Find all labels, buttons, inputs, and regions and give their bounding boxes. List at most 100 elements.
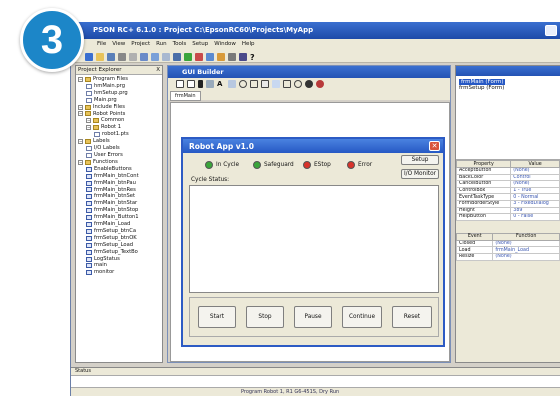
property-row[interactable]: BackColor Control bbox=[455, 173, 560, 182]
menu-project[interactable]: Project bbox=[131, 41, 150, 50]
tree-item[interactable]: frmMain_btnPau bbox=[76, 180, 162, 187]
tree-item[interactable]: − Common bbox=[76, 117, 162, 124]
combobox-tool-icon[interactable] bbox=[272, 80, 280, 88]
property-value[interactable]: 1 - True bbox=[510, 186, 560, 195]
property-value[interactable]: (None) bbox=[510, 180, 560, 188]
explorer-close-button[interactable]: X bbox=[156, 67, 160, 73]
run-icon[interactable] bbox=[184, 53, 192, 61]
textbox-tool-icon[interactable] bbox=[228, 80, 236, 88]
property-row[interactable]: Height 389 bbox=[455, 206, 560, 215]
property-value[interactable]: 0 - Normal bbox=[510, 193, 560, 201]
tree-item[interactable]: − Labels bbox=[76, 138, 162, 145]
tree-item[interactable]: I/O Labels bbox=[76, 145, 162, 152]
property-value[interactable]: 0 - False bbox=[510, 213, 560, 221]
continue-button[interactable]: Continue bbox=[342, 306, 382, 328]
tree-item[interactable]: hmMain.prg bbox=[76, 83, 162, 90]
property-row[interactable]: AcceptButton (None) bbox=[455, 167, 560, 175]
led-tool-icon[interactable] bbox=[294, 80, 302, 88]
stop-button[interactable]: Stop bbox=[246, 306, 284, 328]
menu-file[interactable]: File bbox=[97, 41, 106, 50]
open-folder-icon[interactable] bbox=[96, 53, 104, 61]
tree-item[interactable]: User Errors bbox=[76, 152, 162, 159]
save-icon[interactable] bbox=[107, 53, 115, 61]
timer-tool-icon[interactable] bbox=[305, 80, 313, 88]
property-row[interactable]: ControlBox 1 - True bbox=[455, 186, 560, 195]
reset-button[interactable]: Reset bbox=[392, 306, 432, 328]
property-value[interactable]: 3 - FixedDialog bbox=[510, 199, 560, 208]
menu-view[interactable]: View bbox=[112, 41, 125, 50]
tree-item[interactable]: frmSetup_Load bbox=[76, 242, 162, 249]
tree-item[interactable]: frmMain_btnSet bbox=[76, 193, 162, 200]
tree-item[interactable]: − Include Files bbox=[76, 104, 162, 111]
settings-icon[interactable] bbox=[228, 53, 236, 61]
label-tool-icon[interactable]: A bbox=[217, 80, 225, 88]
tree-item[interactable]: robot1.pts bbox=[76, 131, 162, 138]
tree-item[interactable]: frmMain_btnStar bbox=[76, 200, 162, 207]
property-row[interactable]: CancelButton (None) bbox=[455, 180, 560, 188]
menu-setup[interactable]: Setup bbox=[192, 41, 208, 50]
menu-help[interactable]: Help bbox=[242, 41, 255, 50]
frame-tool-icon[interactable] bbox=[187, 80, 195, 88]
tree-item[interactable]: frmMain_btnRes bbox=[76, 187, 162, 194]
undo-icon[interactable] bbox=[162, 53, 170, 61]
tree-item[interactable]: main bbox=[76, 262, 162, 269]
io-monitor-button[interactable]: I/O Monitor bbox=[401, 169, 439, 179]
event-row[interactable]: Resize (None) bbox=[455, 252, 560, 261]
collapse-icon[interactable]: − bbox=[78, 104, 83, 110]
form-tool-icon[interactable] bbox=[176, 80, 184, 88]
tree-item[interactable]: − Robot Points bbox=[76, 111, 162, 118]
tree-item[interactable]: EnableButtons bbox=[76, 166, 162, 173]
gui-builder-icon[interactable] bbox=[217, 53, 225, 61]
collapse-icon[interactable]: − bbox=[78, 76, 83, 82]
picture-tool-icon[interactable] bbox=[283, 80, 291, 88]
menu-window[interactable]: Window bbox=[214, 41, 236, 50]
property-row[interactable]: HelpButton 0 - False bbox=[455, 213, 560, 221]
cut-icon[interactable] bbox=[129, 53, 137, 61]
tree-item[interactable]: − Functions bbox=[76, 159, 162, 166]
pointer-tool-icon[interactable] bbox=[198, 80, 203, 88]
property-value[interactable]: (None) bbox=[510, 167, 560, 175]
tree-item[interactable]: Main.prg bbox=[76, 97, 162, 104]
form-tree-item-frmsetup[interactable]: frmSetup (Form) bbox=[459, 85, 557, 91]
print-icon[interactable] bbox=[118, 53, 126, 61]
tree-item[interactable]: − Robot 1 bbox=[76, 124, 162, 131]
help-icon[interactable]: ? bbox=[250, 53, 255, 62]
new-file-icon[interactable] bbox=[85, 53, 93, 61]
property-value[interactable]: 389 bbox=[510, 206, 560, 215]
event-function[interactable]: (None) bbox=[492, 252, 560, 261]
setup-button[interactable]: Setup bbox=[401, 155, 439, 165]
task-manager-icon[interactable] bbox=[239, 53, 247, 61]
cycle-status-textbox[interactable] bbox=[189, 185, 439, 293]
io-monitor-icon[interactable] bbox=[206, 53, 214, 61]
tab-frmmain[interactable]: frmMain bbox=[170, 91, 201, 101]
tree-item[interactable]: monitor bbox=[76, 269, 162, 276]
tree-item[interactable]: frmMain_btnStop bbox=[76, 207, 162, 214]
copy-icon[interactable] bbox=[140, 53, 148, 61]
robot-app-form[interactable]: Robot App v1.0 ✕ In Cycle Safeguard ESto… bbox=[181, 137, 445, 347]
tree-item[interactable]: hmSetup.prg bbox=[76, 90, 162, 97]
tree-item[interactable]: LogStatus bbox=[76, 256, 162, 263]
close-icon[interactable]: ✕ bbox=[429, 141, 440, 151]
tree-item[interactable]: frmMain_Button1 bbox=[76, 214, 162, 221]
event-function[interactable]: frmMain_Load bbox=[492, 246, 560, 254]
start-button[interactable]: Start bbox=[198, 306, 236, 328]
property-row[interactable]: EventTaskType 0 - Normal bbox=[455, 193, 560, 201]
tree-item[interactable]: frmMain_Load bbox=[76, 221, 162, 228]
tree-item[interactable]: frmSetup_btnCa bbox=[76, 228, 162, 235]
listbox-tool-icon[interactable] bbox=[261, 80, 269, 88]
pause-button[interactable]: Pause bbox=[294, 306, 332, 328]
checkbox-tool-icon[interactable] bbox=[250, 80, 258, 88]
tree-item[interactable]: − Program Files bbox=[76, 76, 162, 83]
paste-icon[interactable] bbox=[151, 53, 159, 61]
collapse-icon[interactable]: − bbox=[78, 111, 83, 117]
property-value[interactable]: Control bbox=[510, 173, 560, 182]
tree-item[interactable]: frmSetup_TextBo bbox=[76, 249, 162, 256]
collapse-icon[interactable]: − bbox=[78, 159, 83, 165]
event-row[interactable]: Load frmMain_Load bbox=[455, 246, 560, 254]
menu-tools[interactable]: Tools bbox=[173, 41, 187, 50]
radio-tool-icon[interactable] bbox=[239, 80, 247, 88]
collapse-icon[interactable]: − bbox=[86, 125, 91, 131]
property-row[interactable]: FormBorderStyle 3 - FixedDialog bbox=[455, 199, 560, 208]
button-tool-icon[interactable] bbox=[206, 80, 214, 88]
robot-manager-icon[interactable] bbox=[195, 53, 203, 61]
